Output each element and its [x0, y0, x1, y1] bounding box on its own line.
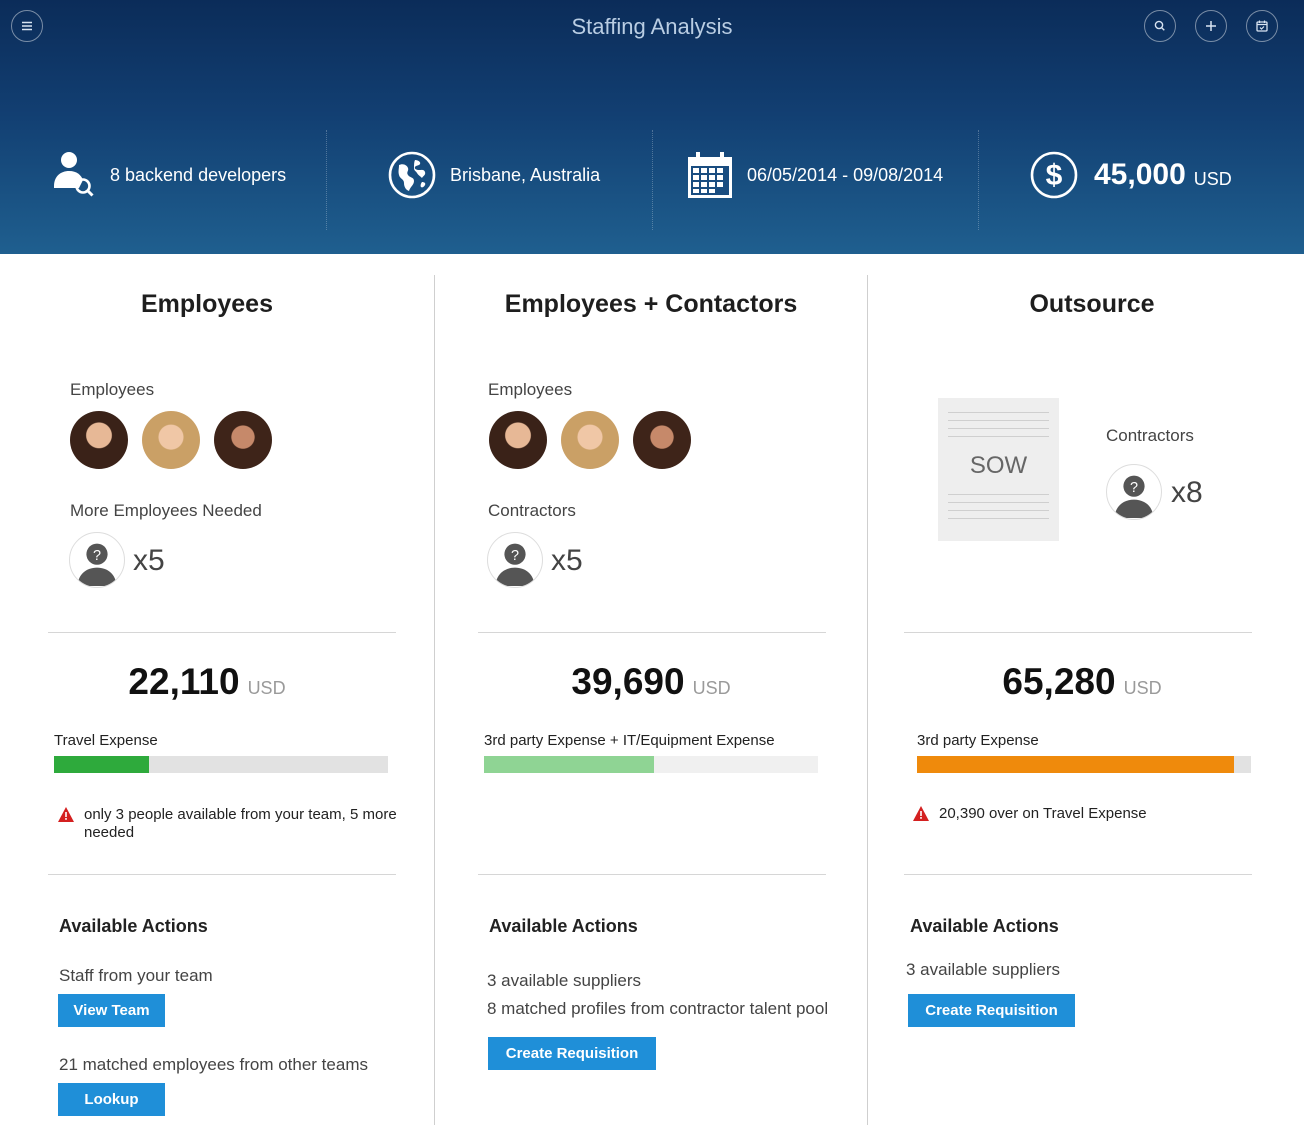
request-summary: 8 backend developers Brisbane, Australia	[0, 120, 1304, 230]
avatar[interactable]	[214, 411, 272, 469]
lookup-button[interactable]: Lookup	[58, 1083, 165, 1116]
divider	[904, 874, 1252, 875]
expense-bar-fill	[54, 756, 150, 773]
option-outsource: Outsource SOW Contractors ? x8 65,280 USD…	[868, 254, 1304, 1125]
avatar[interactable]	[142, 411, 200, 469]
total-cost: 39,690 USD	[435, 661, 867, 703]
divider	[652, 130, 653, 230]
summary-budget: $ 45,000 USD	[1030, 120, 1232, 230]
avatar[interactable]	[633, 411, 691, 469]
divider	[326, 130, 327, 230]
developers-text: 8 backend developers	[110, 164, 287, 185]
avatar[interactable]	[561, 411, 619, 469]
expense-label: Travel Expense	[54, 732, 158, 749]
budget-amount: 45,000	[1094, 158, 1186, 191]
warning-text: 20,390 over on Travel Expense	[939, 805, 1147, 822]
divider	[48, 874, 396, 875]
contractors-label: Contractors	[488, 501, 576, 520]
contractors-multiplier: x5	[551, 544, 583, 577]
option-employees-contractors: Employees + Contactors Employees Contrac…	[435, 254, 867, 1125]
action-description: Staff from your team	[59, 966, 213, 985]
total-amount: 22,110	[128, 661, 240, 702]
employee-avatars	[489, 411, 691, 469]
warning-text: only 3 people available from your team, …	[84, 806, 397, 841]
employee-avatars	[70, 411, 272, 469]
calendar-icon	[688, 152, 732, 198]
summary-location: Brisbane, Australia	[388, 120, 600, 230]
divider	[478, 874, 826, 875]
person-search-icon	[54, 152, 94, 197]
sow-label: SOW	[969, 452, 1028, 479]
view-team-button[interactable]: View Team	[58, 994, 165, 1027]
total-unit: USD	[247, 678, 286, 698]
page-title: Staffing Analysis	[571, 14, 733, 39]
divider	[478, 632, 826, 633]
actions-title: Available Actions	[489, 916, 638, 936]
total-cost: 65,280 USD	[864, 661, 1300, 703]
total-unit: USD	[692, 678, 731, 698]
expense-bar	[917, 756, 1251, 773]
divider	[48, 632, 396, 633]
warning-icon	[913, 806, 929, 821]
divider	[904, 632, 1252, 633]
expense-bar	[54, 756, 388, 773]
employees-label: Employees	[488, 380, 573, 399]
contractors-multiplier: x8	[1171, 476, 1203, 509]
unknown-person-icon: ?	[1106, 464, 1162, 520]
divider	[978, 130, 979, 230]
needed-multiplier: x5	[133, 544, 165, 577]
unknown-person-icon: ?	[487, 532, 543, 588]
dollar-icon: $	[1030, 151, 1078, 199]
calendar-check-icon[interactable]	[1246, 10, 1278, 42]
total-unit: USD	[1123, 678, 1162, 698]
app-header: Staffing Analysis 8 backend developers B…	[0, 0, 1304, 254]
warning-icon	[58, 807, 74, 822]
warning-message: 20,390 over on Travel Expense	[913, 805, 1273, 823]
unknown-person-icon: ?	[69, 532, 125, 588]
expense-bar-fill	[484, 756, 655, 773]
action-description: 3 available suppliers	[487, 971, 642, 990]
warning-message: only 3 people available from your team, …	[58, 806, 418, 842]
dates-text: 06/05/2014 - 09/08/2014	[747, 164, 944, 185]
action-description: 21 matched employees from other teams	[59, 1055, 368, 1074]
more-needed-label: More Employees Needed	[70, 501, 262, 520]
contractors-label: Contractors	[1106, 426, 1194, 445]
expense-label: 3rd party Expense	[917, 732, 1039, 749]
summary-developers: 8 backend developers	[52, 120, 286, 230]
budget-unit: USD	[1193, 168, 1232, 189]
option-title: Outsource	[1029, 290, 1155, 318]
option-employees: Employees Employees More Employees Neede…	[0, 254, 434, 1125]
avatar[interactable]	[70, 411, 128, 469]
action-description: 3 available suppliers	[906, 960, 1061, 979]
expense-bar-fill	[917, 756, 1235, 773]
summary-dates: 06/05/2014 - 09/08/2014	[687, 120, 943, 230]
svg-text:$: $	[1046, 159, 1063, 192]
expense-bar	[484, 756, 818, 773]
create-requisition-button[interactable]: Create Requisition	[488, 1037, 656, 1070]
svg-text:?: ?	[93, 548, 101, 564]
add-icon[interactable]	[1195, 10, 1227, 42]
location-text: Brisbane, Australia	[450, 164, 601, 185]
sow-document-icon: SOW	[938, 398, 1059, 541]
svg-text:?: ?	[1130, 480, 1138, 496]
svg-text:?: ?	[511, 548, 519, 564]
actions-title: Available Actions	[910, 916, 1059, 936]
employees-label: Employees	[70, 380, 155, 399]
search-icon[interactable]	[1144, 10, 1176, 42]
globe-icon	[388, 151, 436, 199]
action-description: 8 matched profiles from contractor talen…	[487, 999, 829, 1018]
option-title: Employees + Contactors	[504, 290, 798, 318]
actions-title: Available Actions	[59, 916, 208, 936]
total-cost: 22,110 USD	[0, 661, 424, 703]
expense-label: 3rd party Expense + IT/Equipment Expense	[484, 732, 775, 749]
total-amount: 39,690	[571, 661, 685, 702]
avatar[interactable]	[489, 411, 547, 469]
total-amount: 65,280	[1002, 661, 1116, 702]
create-requisition-button[interactable]: Create Requisition	[908, 994, 1075, 1027]
option-title: Employees	[140, 290, 273, 318]
